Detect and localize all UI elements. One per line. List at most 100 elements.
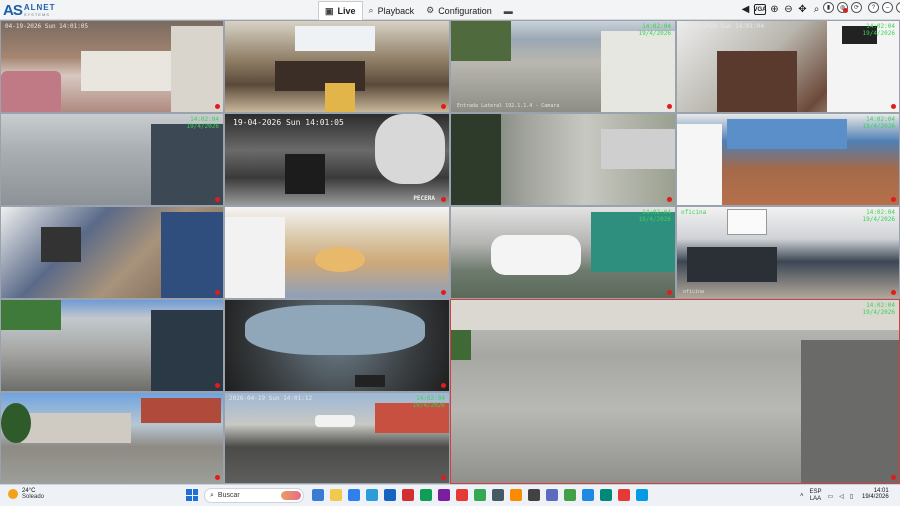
recording-indicator — [215, 104, 220, 109]
camera-tile-3[interactable]: 14:02:04 19/4/2026 Entrada Lateral 192.1.… — [450, 20, 676, 113]
zoom-out-icon[interactable]: ⊖ — [783, 2, 794, 17]
camera-tile-4[interactable]: 04-19-2026 Sun 14:01:04 14:02:04 19/4/202… — [676, 20, 900, 113]
camera-tile-11[interactable]: 14:02:04 19/4/2026 — [450, 206, 676, 299]
window-controls: ? – ✕ — [868, 2, 900, 13]
move-icon[interactable]: ✥ — [797, 2, 808, 17]
camera-tile-6[interactable]: 19-04-2026 Sun 14:01:05 PECERA — [224, 113, 450, 206]
recording-indicator — [215, 197, 220, 202]
camera-tile-8[interactable]: 14:02:04 19/4/2026 — [676, 113, 900, 206]
sun-icon — [8, 489, 18, 499]
taskbar-app-icon[interactable] — [348, 489, 360, 501]
alarm-icon[interactable]: ◍ — [837, 2, 848, 13]
search-highlight-icon — [281, 491, 301, 500]
volume-icon[interactable]: ◀ — [740, 2, 751, 17]
taskbar-app-icon[interactable] — [618, 489, 630, 501]
camera-datetime: 14:02:04 19/4/2026 — [412, 395, 445, 409]
close-icon[interactable]: ✕ — [896, 2, 900, 13]
recording-indicator — [891, 104, 896, 109]
taskbar-app-icon[interactable] — [366, 489, 378, 501]
search-icon: ⌕ — [210, 491, 214, 499]
recording-indicator — [891, 197, 896, 202]
record-icon[interactable]: ▮ — [823, 2, 834, 13]
taskbar-app-icon[interactable] — [402, 489, 414, 501]
recording-indicator — [667, 290, 672, 295]
camera-tile-1[interactable]: 04-19-2026 Sun 14:01:05 — [0, 20, 224, 113]
taskbar-app-icon[interactable] — [312, 489, 324, 501]
camera-tile-17[interactable]: 2026-04-19 Sun 14:01:12 14:02:04 19/4/202… — [224, 392, 450, 484]
tab-folder[interactable]: ▬ — [498, 1, 523, 20]
taskbar-app-icon[interactable] — [420, 489, 432, 501]
camera-tile-12[interactable]: oficina 14:02:04 19/4/2026 oficina — [676, 206, 900, 299]
help-icon[interactable]: ? — [868, 2, 879, 13]
recording-indicator — [441, 383, 446, 388]
camera-osd: 19-04-2026 Sun 14:01:05 — [233, 118, 344, 127]
view-toolbar: ◀ VGA ⊕ ⊖ ✥ ⌕ — [740, 2, 822, 17]
start-button[interactable] — [186, 489, 198, 501]
camera-tile-13[interactable] — [0, 299, 224, 392]
zoom-in-icon[interactable]: ⊕ — [769, 2, 780, 17]
camera-tile-7[interactable] — [450, 113, 676, 206]
recording-indicator — [441, 104, 446, 109]
refresh-icon[interactable]: ⟳ — [851, 2, 862, 13]
recording-indicator — [667, 104, 672, 109]
top-bar: AS ALNET SYSTEMS ▣ Live ⌕ Playback ⚙ Con… — [0, 0, 900, 20]
taskbar-app-icon[interactable] — [582, 489, 594, 501]
tab-playback-label: Playback — [377, 5, 415, 16]
taskbar-app-icon[interactable] — [456, 489, 468, 501]
taskbar-app-icon[interactable] — [438, 489, 450, 501]
camera-osd: 2026-04-19 Sun 14:01:12 — [229, 395, 313, 402]
taskbar-app-icon[interactable] — [474, 489, 486, 501]
minimize-icon[interactable]: – — [882, 2, 893, 13]
camera-datetime: 14:02:04 19/4/2026 — [186, 116, 219, 130]
taskbar-app-icon[interactable] — [636, 489, 648, 501]
gear-icon: ⚙ — [426, 5, 435, 15]
camera-osd: 04-19-2026 Sun 14:01:04 — [681, 23, 765, 30]
camera-tile-5[interactable]: 14:02:04 19/4/2026 — [0, 113, 224, 206]
network-icon[interactable]: ▭ — [828, 493, 834, 500]
weather-widget[interactable]: 24°C Soleado — [8, 488, 44, 500]
camera-tile-10[interactable] — [224, 206, 450, 299]
camera-tile-9[interactable] — [0, 206, 224, 299]
tab-live-label: Live — [337, 6, 356, 16]
search-placeholder: Buscar — [217, 492, 240, 499]
logo-name: ALNET — [23, 3, 56, 12]
taskbar-app-icon[interactable] — [564, 489, 576, 501]
recording-indicator — [891, 475, 896, 480]
taskbar-app-icon[interactable] — [528, 489, 540, 501]
taskbar-app-icon[interactable] — [492, 489, 504, 501]
tab-configuration-label: Configuration — [438, 5, 492, 16]
camera-tile-15[interactable]: 14:02:04 19/4/2026 — [450, 299, 900, 484]
tab-live[interactable]: ▣ Live — [318, 1, 363, 20]
camera-datetime: 14:02:04 19/4/2026 — [638, 23, 671, 37]
camera-datetime: 14:02:04 19/4/2026 — [862, 302, 895, 316]
tab-configuration[interactable]: ⚙ Configuration — [420, 1, 498, 20]
taskbar-app-icon[interactable] — [330, 489, 342, 501]
tab-playback[interactable]: ⌕ Playback — [363, 1, 421, 20]
taskbar-app-icon[interactable] — [510, 489, 522, 501]
recording-indicator — [441, 197, 446, 202]
recording-indicator — [891, 290, 896, 295]
header-controls: ▮ ◍ ⟳ — [823, 2, 862, 13]
camera-tile-14[interactable] — [224, 299, 450, 392]
system-tray: ˄ ESP LAA ▭ ◁ ▯ — [800, 489, 853, 503]
taskbar-search[interactable]: ⌕ Buscar — [204, 488, 304, 503]
camera-datetime: 14:02:04 19/4/2026 — [862, 209, 895, 223]
battery-icon[interactable]: ▯ — [850, 493, 853, 500]
camera-caption: Entrada Lateral 192.1.1.4 - Camara — [457, 103, 560, 109]
vga-icon[interactable]: VGA — [754, 4, 767, 15]
taskbar-app-icon[interactable] — [546, 489, 558, 501]
taskbar-app-icon[interactable] — [384, 489, 396, 501]
magnify-icon[interactable]: ⌕ — [811, 2, 822, 17]
speaker-icon[interactable]: ◁ — [839, 493, 844, 500]
camera-datetime: 14:02:04 19/4/2026 — [862, 116, 895, 130]
chevron-up-icon[interactable]: ˄ — [800, 493, 804, 499]
logo-mark: AS — [3, 1, 23, 19]
video-camera-icon: ▣ — [325, 5, 334, 16]
camera-osd: oficina — [681, 209, 707, 216]
camera-tile-2[interactable] — [224, 20, 450, 113]
taskbar-clock[interactable]: 14:01 19/4/2026 — [862, 488, 889, 500]
language-indicator[interactable]: ESP LAA — [810, 489, 822, 503]
logo-sub: SYSTEMS — [23, 12, 50, 17]
camera-tile-16[interactable] — [0, 392, 224, 484]
taskbar-app-icon[interactable] — [600, 489, 612, 501]
